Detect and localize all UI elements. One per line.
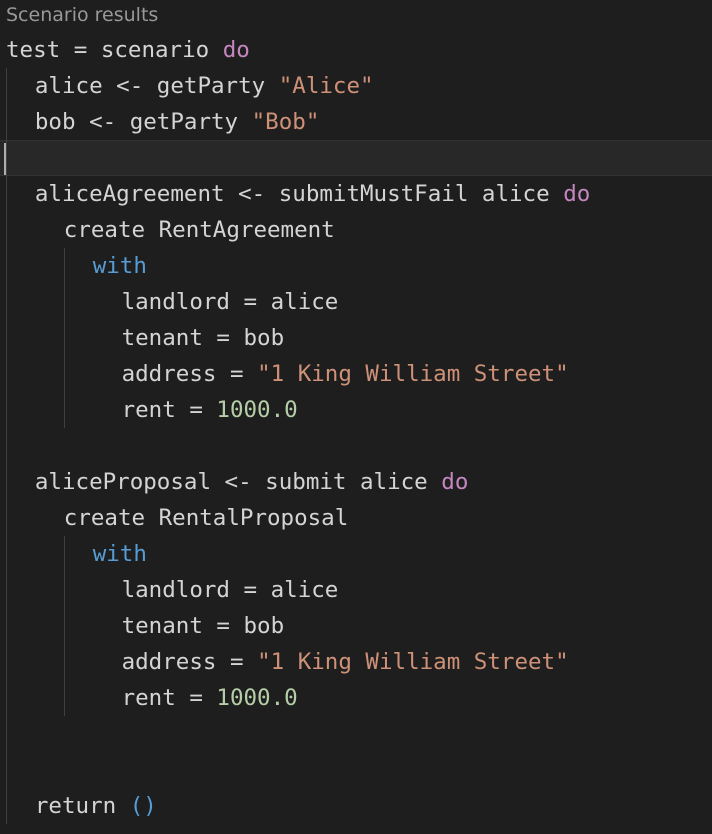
code-line[interactable]: create RentalProposal xyxy=(0,500,712,536)
code-line[interactable]: aliceProposal <- submit alice do xyxy=(0,464,712,500)
syntax-token: create RentalProposal xyxy=(63,505,349,531)
syntax-token: alice <- getParty xyxy=(34,73,279,99)
code-line[interactable] xyxy=(0,428,712,464)
code-text: rent = 1000.0 xyxy=(122,392,298,428)
syntax-token: test = scenario xyxy=(6,37,223,63)
syntax-token-str: "Bob" xyxy=(251,109,320,135)
syntax-token: aliceProposal <- submit alice xyxy=(34,469,442,495)
code-editor[interactable]: test = scenario do alice <- getParty "Ali… xyxy=(0,32,712,824)
syntax-token: tenant = bob xyxy=(121,613,285,639)
syntax-token: landlord = alice xyxy=(121,577,339,603)
code-line[interactable]: landlord = alice xyxy=(0,284,712,320)
code-line[interactable]: aliceAgreement <- submitMustFail alice d… xyxy=(0,176,712,212)
syntax-token: rent = xyxy=(121,397,217,423)
code-text: with xyxy=(93,248,147,284)
code-text: aliceProposal <- submit alice do xyxy=(35,464,468,500)
code-text: landlord = alice xyxy=(122,284,339,320)
syntax-token-kw: do xyxy=(563,181,591,207)
code-line[interactable]: bob <- getParty "Bob" xyxy=(0,104,712,140)
indent-guide xyxy=(6,68,7,824)
code-line[interactable]: with xyxy=(0,248,712,284)
code-line[interactable]: test = scenario do xyxy=(0,32,712,68)
syntax-token-str: "1 King William Street" xyxy=(257,361,569,387)
code-text: tenant = bob xyxy=(122,320,285,356)
syntax-token-str: "Alice" xyxy=(278,73,374,99)
code-line[interactable]: rent = 1000.0 xyxy=(0,680,712,716)
syntax-token: rent = xyxy=(121,685,217,711)
syntax-token: address = xyxy=(121,649,258,675)
syntax-token: tenant = bob xyxy=(121,325,285,351)
code-line[interactable]: create RentAgreement xyxy=(0,212,712,248)
code-text: create RentAgreement xyxy=(64,212,335,248)
code-line[interactable]: tenant = bob xyxy=(0,608,712,644)
code-text: aliceAgreement <- submitMustFail alice d… xyxy=(35,176,590,212)
code-text: landlord = alice xyxy=(122,572,339,608)
code-line[interactable]: address = "1 King William Street" xyxy=(0,644,712,680)
code-line[interactable]: landlord = alice xyxy=(0,572,712,608)
code-text: rent = 1000.0 xyxy=(122,680,298,716)
syntax-token: bob <- getParty xyxy=(34,109,252,135)
syntax-token-kw2: with xyxy=(92,541,147,567)
code-line[interactable] xyxy=(0,716,712,752)
indent-guide xyxy=(63,248,65,428)
code-line[interactable]: address = "1 King William Street" xyxy=(0,356,712,392)
code-text: return () xyxy=(35,788,157,824)
code-text: alice <- getParty "Alice" xyxy=(35,68,374,104)
code-line[interactable]: rent = 1000.0 xyxy=(0,392,712,428)
code-line[interactable]: with xyxy=(0,536,712,572)
syntax-token: address = xyxy=(121,361,258,387)
code-text: create RentalProposal xyxy=(64,500,348,536)
code-text: bob <- getParty "Bob" xyxy=(35,104,319,140)
scenario-results-codelens[interactable]: Scenario results xyxy=(6,4,158,26)
syntax-token-kw: do xyxy=(222,37,250,63)
code-text: address = "1 King William Street" xyxy=(122,644,569,680)
code-line[interactable]: tenant = bob xyxy=(0,320,712,356)
code-line[interactable] xyxy=(0,752,712,788)
syntax-token-kw: do xyxy=(441,469,469,495)
code-text: with xyxy=(93,536,147,572)
current-line[interactable] xyxy=(0,140,712,176)
indent-guide xyxy=(63,536,65,716)
code-line[interactable]: alice <- getParty "Alice" xyxy=(0,68,712,104)
code-text: tenant = bob xyxy=(122,608,285,644)
syntax-token: aliceAgreement <- submitMustFail alice xyxy=(34,181,564,207)
syntax-token: return xyxy=(34,793,130,819)
syntax-token: landlord = alice xyxy=(121,289,339,315)
syntax-token-str: "1 King William Street" xyxy=(257,649,569,675)
syntax-token-num: 1000.0 xyxy=(216,397,298,423)
code-line[interactable]: return () xyxy=(0,788,712,824)
syntax-token-kw2: with xyxy=(92,253,147,279)
syntax-token: create RentAgreement xyxy=(63,217,335,243)
code-text: test = scenario do xyxy=(6,32,250,68)
syntax-token-kw2: () xyxy=(129,793,157,819)
syntax-token-num: 1000.0 xyxy=(216,685,298,711)
code-text: address = "1 King William Street" xyxy=(122,356,569,392)
